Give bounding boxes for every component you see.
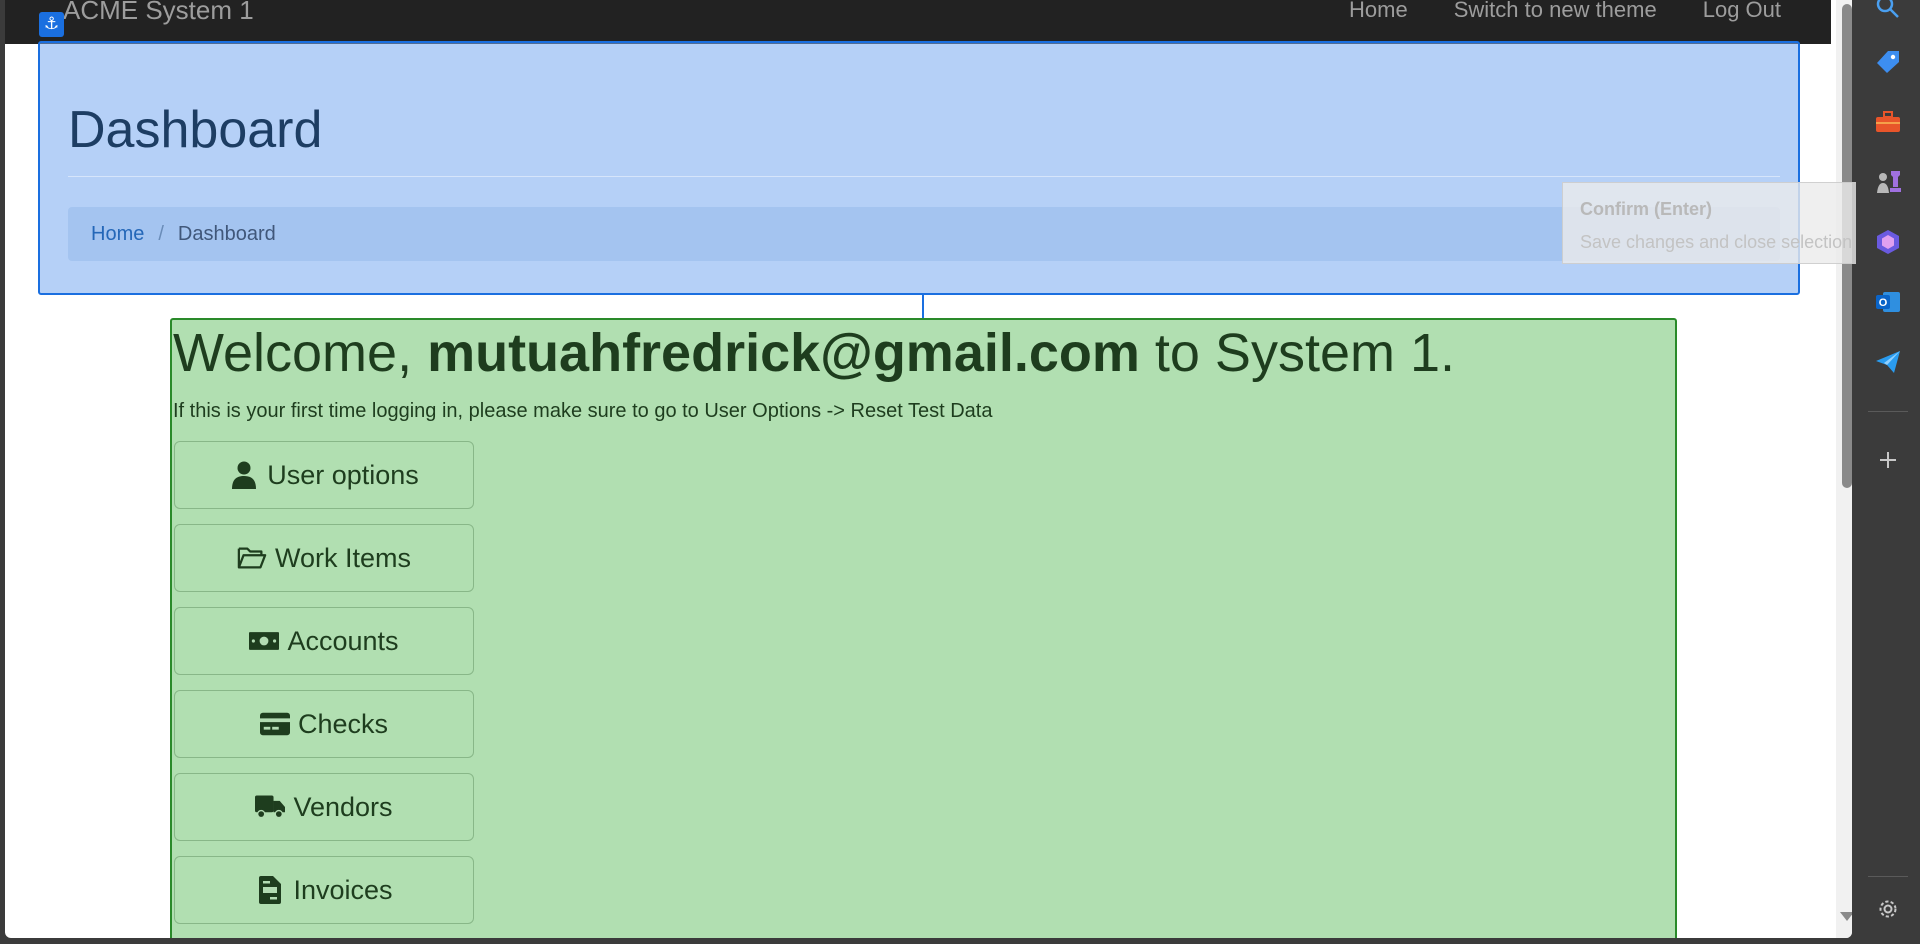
highlight-connector bbox=[922, 295, 924, 319]
welcome-prefix: Welcome, bbox=[173, 323, 428, 383]
sidebar-divider-bottom bbox=[1868, 876, 1908, 877]
user-icon bbox=[229, 460, 259, 490]
gear-icon[interactable] bbox=[1873, 894, 1903, 924]
breadcrumb-separator: / bbox=[158, 222, 164, 245]
send-icon[interactable] bbox=[1873, 347, 1903, 377]
checks-label: Checks bbox=[297, 708, 389, 739]
tag-icon[interactable] bbox=[1873, 47, 1903, 77]
toolbox-icon[interactable] bbox=[1873, 107, 1903, 137]
money-bill-icon bbox=[249, 626, 280, 656]
nav-switch-theme-link[interactable]: Switch to new theme bbox=[1454, 0, 1657, 23]
user-options-label: User options bbox=[267, 459, 419, 490]
breadcrumb: Home / Dashboard bbox=[68, 207, 1780, 261]
work-items-label: Work Items bbox=[274, 542, 411, 573]
folder-open-icon bbox=[237, 543, 267, 573]
nav-logout-link[interactable]: Log Out bbox=[1703, 0, 1781, 23]
outlook-icon[interactable]: O bbox=[1873, 287, 1903, 317]
checks-button[interactable]: Checks bbox=[174, 690, 474, 758]
accounts-button[interactable]: Accounts bbox=[174, 607, 474, 675]
vendors-label: Vendors bbox=[293, 791, 393, 822]
chess-icon[interactable] bbox=[1873, 167, 1903, 197]
first-login-notice: If this is your first time logging in, p… bbox=[173, 400, 993, 422]
add-icon[interactable] bbox=[1873, 445, 1903, 475]
truck-icon bbox=[255, 792, 286, 822]
invoices-label: Invoices bbox=[293, 874, 393, 905]
invoices-button[interactable]: Invoices bbox=[174, 856, 474, 924]
file-invoice-icon bbox=[255, 875, 285, 905]
user-options-button[interactable]: User options bbox=[174, 441, 474, 509]
breadcrumb-current: Dashboard bbox=[177, 222, 276, 245]
search-icon[interactable] bbox=[1873, 0, 1903, 22]
top-navbar: ACME System 1 Home Switch to new theme L… bbox=[5, 0, 1831, 44]
title-divider bbox=[68, 176, 1780, 177]
credit-card-icon bbox=[259, 709, 290, 739]
vendors-button[interactable]: Vendors bbox=[174, 773, 474, 841]
welcome-heading: Welcome, mutuahfredrick@gmail.com to Sys… bbox=[173, 322, 1455, 384]
sidebar-divider bbox=[1868, 411, 1908, 412]
nav-links: Home Switch to new theme Log Out bbox=[1349, 0, 1781, 23]
confirm-tooltip: Confirm (Enter) Save changes and close s… bbox=[1562, 182, 1910, 264]
scroll-down-arrow-icon[interactable] bbox=[1840, 912, 1852, 921]
svg-text:O: O bbox=[1879, 297, 1888, 309]
tooltip-title: Confirm (Enter) bbox=[1580, 199, 1712, 219]
work-items-button[interactable]: Work Items bbox=[174, 524, 474, 592]
breadcrumb-home-link[interactable]: Home bbox=[91, 223, 144, 246]
vertical-scrollbar[interactable] bbox=[1836, 0, 1852, 938]
welcome-email: mutuahfredrick@gmail.com bbox=[427, 323, 1140, 383]
copilot-icon[interactable] bbox=[1873, 227, 1903, 257]
anchor-icon[interactable]: ⚓ bbox=[39, 12, 64, 37]
brand-title[interactable]: ACME System 1 bbox=[63, 0, 254, 26]
page-title: Dashboard bbox=[68, 101, 323, 159]
tooltip-text: Save changes and close selection wizard bbox=[1580, 232, 1910, 252]
welcome-suffix: to System 1. bbox=[1139, 323, 1456, 383]
nav-home-link[interactable]: Home bbox=[1349, 0, 1408, 23]
browser-viewport: ACME System 1 Home Switch to new theme L… bbox=[5, 0, 1852, 938]
accounts-label: Accounts bbox=[287, 625, 399, 656]
browser-sidebar: O bbox=[1856, 0, 1920, 944]
